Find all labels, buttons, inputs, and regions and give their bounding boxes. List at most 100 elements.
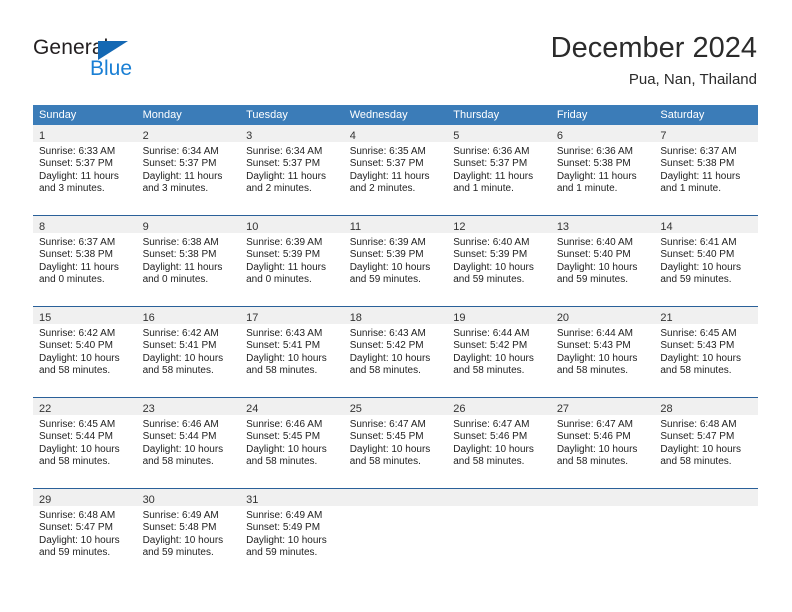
sunset-text: Sunset: 5:43 PM [556, 340, 631, 352]
day-number: 23 [142, 403, 155, 415]
daylight-text-line1: Daylight: 11 hours [142, 261, 223, 273]
calendar-day-cell[interactable]: 21 Sunrise: 6:45 AM Sunset: 5:43 PM Dayligh… [654, 306, 758, 398]
calendar-day-cell[interactable]: 22 Sunrise: 6:45 AM Sunset: 5:44 PM Dayligh… [33, 397, 137, 489]
sunrise-text: Sunrise: 6:48 AM [39, 510, 116, 521]
calendar-day-cell[interactable]: 5 Sunrise: 6:36 AM Sunset: 5:37 PM Daylight… [447, 125, 551, 216]
day-number-band: 10 [240, 216, 344, 233]
calendar-day-cell[interactable]: 27 Sunrise: 6:47 AM Sunset: 5:46 PM Dayligh… [550, 397, 655, 489]
sunset-text: Sunset: 5:47 PM [660, 431, 735, 443]
day-cell-inner: 25 Sunrise: 6:47 AM Sunset: 5:45 PM Dayligh… [343, 398, 448, 488]
calendar-day-cell[interactable]: 18 Sunrise: 6:43 AM Sunset: 5:42 PM Dayligh… [343, 306, 448, 398]
daylight-text-line1: Daylight: 10 hours [142, 352, 224, 364]
day-number: 10 [246, 221, 259, 233]
calendar-day-cell[interactable]: 25 Sunrise: 6:47 AM Sunset: 5:45 PM Dayligh… [343, 397, 448, 489]
calendar-week-row: 29 Sunrise: 6:48 AM Sunset: 5:47 PM Dayligh… [33, 488, 758, 579]
day-cell-details: Sunrise: 6:44 AM Sunset: 5:43 PM Daylight:… [551, 324, 655, 378]
day-number: 28 [660, 403, 673, 415]
calendar-day-cell[interactable]: 1 Sunrise: 6:33 AM Sunset: 5:37 PM Daylight… [33, 125, 137, 216]
calendar-day-cell[interactable]: 15 Sunrise: 6:42 AM Sunset: 5:40 PM Dayligh… [33, 306, 137, 398]
calendar-day-cell[interactable]: 16 Sunrise: 6:42 AM Sunset: 5:41 PM Dayligh… [136, 306, 241, 398]
day-number: 8 [39, 221, 46, 233]
day-cell-details: Sunrise: 6:37 AM Sunset: 5:38 PM Daylight:… [33, 233, 137, 287]
day-cell-details: Sunrise: 6:43 AM Sunset: 5:41 PM Daylight:… [240, 324, 344, 378]
day-cell-details: Sunrise: 6:45 AM Sunset: 5:43 PM Daylight:… [654, 324, 758, 378]
daylight-text-line1: Daylight: 10 hours [660, 352, 741, 364]
daylight-text-line2: and 1 minute. [660, 183, 721, 195]
daylight-text-line1: Daylight: 10 hours [349, 352, 431, 364]
sunrise-text: Sunrise: 6:46 AM [142, 419, 219, 430]
calendar-day-cell[interactable]: 12 Sunrise: 6:40 AM Sunset: 5:39 PM Dayligh… [447, 215, 551, 307]
calendar-day-cell[interactable]: 19 Sunrise: 6:44 AM Sunset: 5:42 PM Dayligh… [447, 306, 551, 398]
daylight-text-line2: and 58 minutes. [246, 456, 318, 468]
day-number: 9 [142, 221, 149, 233]
daylight-text-line2: and 58 minutes. [246, 365, 318, 377]
day-cell-details: Sunrise: 6:36 AM Sunset: 5:38 PM Daylight:… [551, 142, 655, 196]
daylight-text-line2: and 58 minutes. [142, 365, 214, 377]
calendar-day-cell[interactable]: 13 Sunrise: 6:40 AM Sunset: 5:40 PM Dayligh… [550, 215, 655, 307]
weekday-header-wednesday: Wednesday [343, 105, 448, 125]
calendar-day-cell[interactable]: 23 Sunrise: 6:46 AM Sunset: 5:44 PM Dayligh… [136, 397, 241, 489]
day-number-band: 13 [550, 216, 655, 233]
day-number-band: 4 [343, 125, 448, 142]
day-number: 17 [246, 312, 259, 324]
calendar-day-cell[interactable]: 26 Sunrise: 6:47 AM Sunset: 5:46 PM Dayligh… [447, 397, 551, 489]
brand-logo[interactable]: General Blue [33, 36, 213, 88]
calendar-day-cell[interactable]: 7 Sunrise: 6:37 AM Sunset: 5:38 PM Daylight… [654, 125, 758, 216]
sunset-text: Sunset: 5:39 PM [349, 249, 424, 261]
daylight-text-line1: Daylight: 10 hours [39, 352, 120, 364]
day-number-band: 11 [343, 216, 448, 233]
sunrise-text: Sunrise: 6:46 AM [246, 419, 323, 430]
sunrise-text: Sunrise: 6:49 AM [142, 510, 219, 521]
calendar-day-cell[interactable]: 9 Sunrise: 6:38 AM Sunset: 5:38 PM Daylight… [136, 215, 241, 307]
sunset-text: Sunset: 5:43 PM [660, 340, 735, 352]
daylight-text-line2: and 58 minutes. [142, 456, 214, 468]
day-number-band: 26 [447, 398, 551, 415]
day-number-band: 20 [550, 307, 655, 324]
sunrise-text: Sunrise: 6:36 AM [453, 146, 530, 157]
calendar-day-cell[interactable]: 3 Sunrise: 6:34 AM Sunset: 5:37 PM Daylight… [240, 125, 344, 216]
daylight-text-line1: Daylight: 10 hours [39, 534, 120, 546]
day-cell-inner: 19 Sunrise: 6:44 AM Sunset: 5:42 PM Dayligh… [447, 307, 551, 397]
sunrise-text: Sunrise: 6:49 AM [246, 510, 323, 521]
day-cell-inner: 2 Sunrise: 6:34 AM Sunset: 5:37 PM Daylight… [136, 125, 241, 215]
sunrise-text: Sunrise: 6:43 AM [349, 328, 426, 339]
calendar-day-cell[interactable]: 8 Sunrise: 6:37 AM Sunset: 5:38 PM Daylight… [33, 215, 137, 307]
day-number: 18 [349, 312, 362, 324]
day-cell-details [447, 506, 551, 510]
sunset-text: Sunset: 5:40 PM [660, 249, 735, 261]
day-number: 4 [349, 130, 356, 142]
day-cell-inner: 30 Sunrise: 6:49 AM Sunset: 5:48 PM Dayligh… [136, 489, 241, 579]
calendar-day-cell[interactable]: 20 Sunrise: 6:44 AM Sunset: 5:43 PM Dayligh… [550, 306, 655, 398]
daylight-text-line2: and 58 minutes. [660, 456, 732, 468]
daylight-text-line1: Daylight: 10 hours [660, 443, 741, 455]
calendar-day-cell[interactable]: 31 Sunrise: 6:49 AM Sunset: 5:49 PM Dayligh… [240, 488, 344, 579]
day-number-band: 12 [447, 216, 551, 233]
daylight-text-line1: Daylight: 10 hours [556, 443, 638, 455]
calendar-day-cell[interactable]: 6 Sunrise: 6:36 AM Sunset: 5:38 PM Daylight… [550, 125, 655, 216]
calendar-day-cell[interactable]: 28 Sunrise: 6:48 AM Sunset: 5:47 PM Dayligh… [654, 397, 758, 489]
day-number-band: 17 [240, 307, 344, 324]
calendar-day-cell[interactable]: 14 Sunrise: 6:41 AM Sunset: 5:40 PM Dayligh… [654, 215, 758, 307]
calendar-day-cell[interactable]: 2 Sunrise: 6:34 AM Sunset: 5:37 PM Daylight… [136, 125, 241, 216]
day-cell-details: Sunrise: 6:43 AM Sunset: 5:42 PM Daylight:… [344, 324, 448, 378]
calendar-day-cell[interactable]: 4 Sunrise: 6:35 AM Sunset: 5:37 PM Daylight… [343, 125, 448, 216]
calendar-day-cell[interactable]: 29 Sunrise: 6:48 AM Sunset: 5:47 PM Dayligh… [33, 488, 137, 579]
day-number: 2 [142, 130, 149, 142]
calendar-day-cell[interactable]: 24 Sunrise: 6:46 AM Sunset: 5:45 PM Dayligh… [240, 397, 344, 489]
day-number: 14 [660, 221, 673, 233]
day-number-band: 22 [33, 398, 137, 415]
calendar-day-cell[interactable]: 11 Sunrise: 6:39 AM Sunset: 5:39 PM Dayligh… [343, 215, 448, 307]
day-number: 6 [556, 130, 563, 142]
daylight-text-line1: Daylight: 10 hours [453, 261, 534, 273]
calendar-day-cell[interactable]: 10 Sunrise: 6:39 AM Sunset: 5:39 PM Dayligh… [240, 215, 344, 307]
day-cell-details: Sunrise: 6:39 AM Sunset: 5:39 PM Daylight:… [240, 233, 344, 287]
calendar-day-cell[interactable]: 30 Sunrise: 6:49 AM Sunset: 5:48 PM Dayligh… [136, 488, 241, 579]
day-cell-inner: 24 Sunrise: 6:46 AM Sunset: 5:45 PM Dayligh… [240, 398, 344, 488]
calendar-week-row: 1 Sunrise: 6:33 AM Sunset: 5:37 PM Daylight… [33, 125, 758, 216]
daylight-text-line1: Daylight: 11 hours [349, 170, 430, 182]
day-cell-inner: 14 Sunrise: 6:41 AM Sunset: 5:40 PM Dayligh… [654, 216, 758, 306]
day-cell-details: Sunrise: 6:48 AM Sunset: 5:47 PM Daylight:… [654, 415, 758, 469]
day-cell-details: Sunrise: 6:49 AM Sunset: 5:49 PM Daylight:… [240, 506, 344, 560]
calendar-day-cell[interactable]: 17 Sunrise: 6:43 AM Sunset: 5:41 PM Dayligh… [240, 306, 344, 398]
day-cell-details: Sunrise: 6:40 AM Sunset: 5:40 PM Daylight:… [551, 233, 655, 287]
